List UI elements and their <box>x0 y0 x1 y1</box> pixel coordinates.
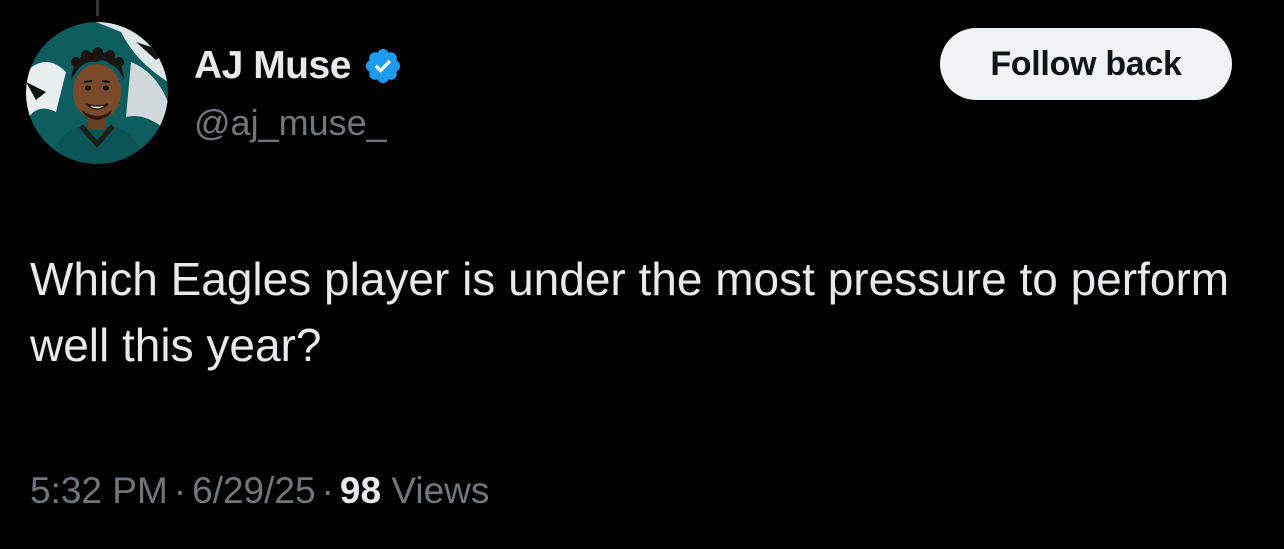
views-label[interactable]: Views <box>391 470 489 511</box>
author-handle[interactable]: @aj_muse_ <box>194 102 387 144</box>
tweet-text: Which Eagles player is under the most pr… <box>30 253 1230 371</box>
avatar[interactable] <box>26 22 168 164</box>
verified-badge-icon[interactable] <box>363 46 403 86</box>
meta-separator: · <box>173 470 187 511</box>
tweet-time[interactable]: 5:32 PM <box>30 470 168 511</box>
avatar-image <box>26 22 168 164</box>
meta-separator: · <box>321 470 334 511</box>
views-count[interactable]: 98 <box>340 470 381 511</box>
tweet-date[interactable]: 6/29/25 <box>192 470 315 511</box>
author-display-name[interactable]: AJ Muse <box>194 44 351 88</box>
thread-connector-line <box>96 0 99 16</box>
tweet-metadata: 5:32 PM · 6/29/25 · 98 Views <box>30 470 489 512</box>
author-name-row: AJ Muse <box>194 40 403 92</box>
follow-back-button[interactable]: Follow back <box>940 28 1232 100</box>
